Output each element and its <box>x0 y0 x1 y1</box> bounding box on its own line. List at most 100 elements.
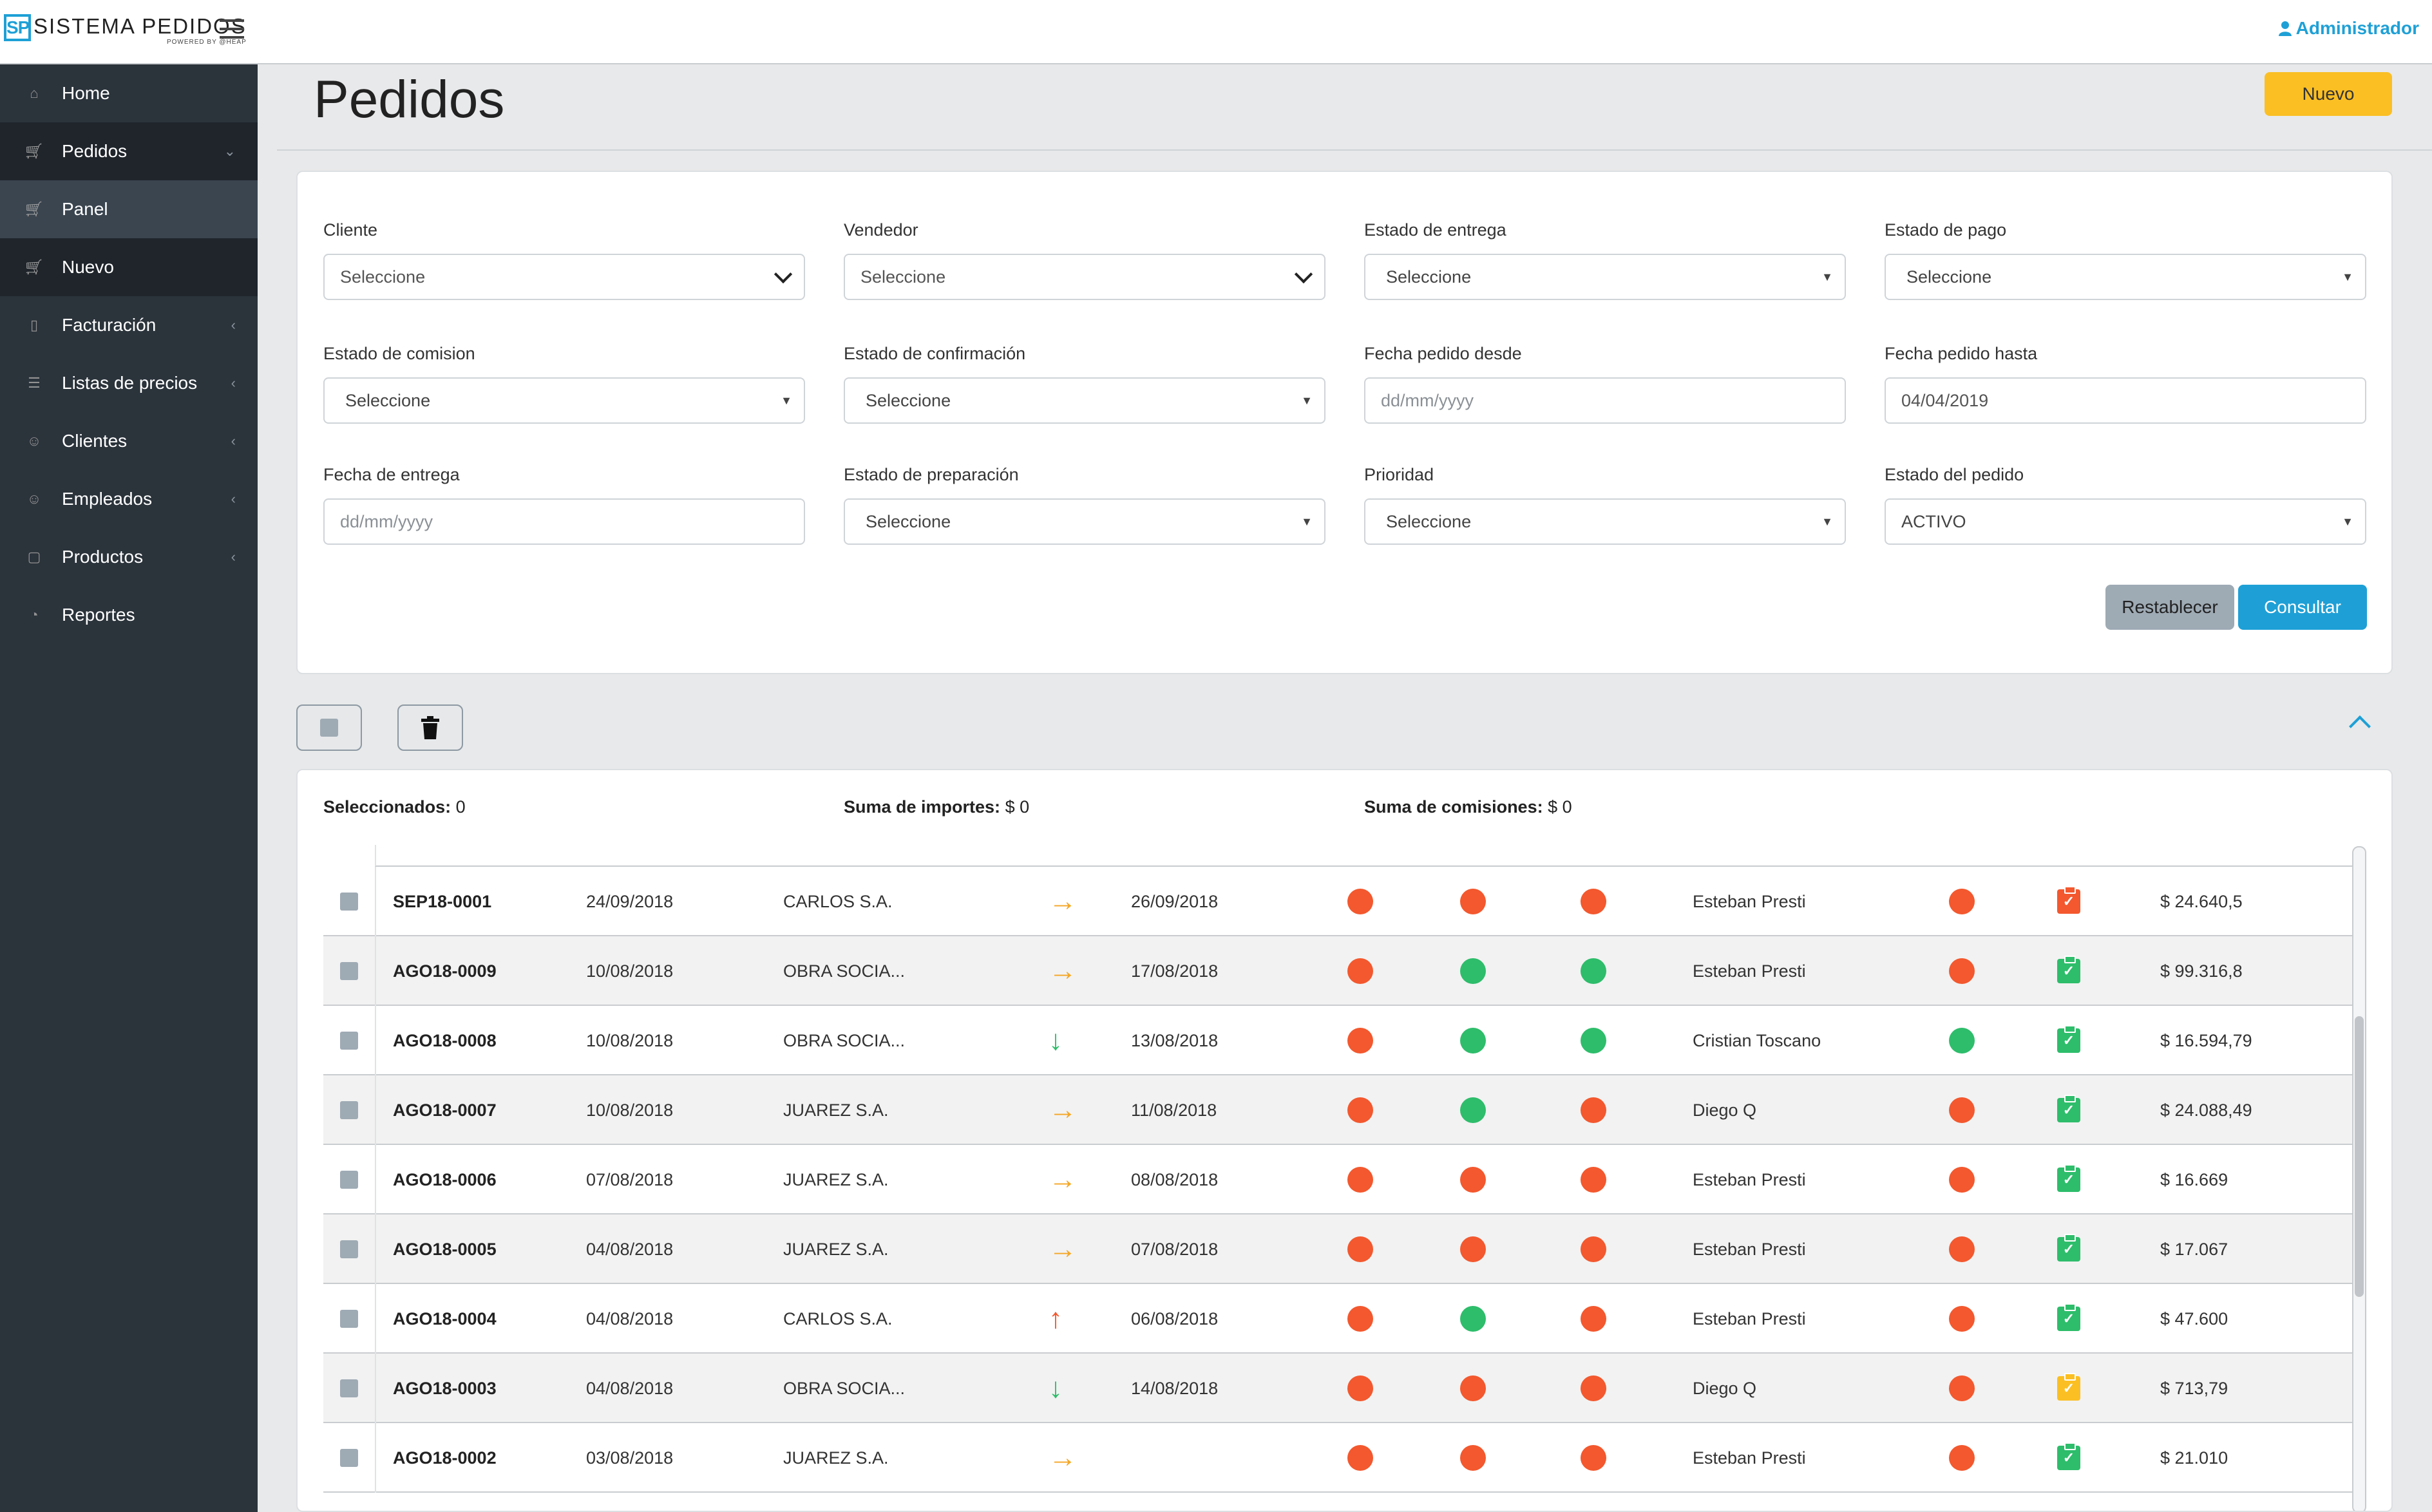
fecha-hasta-input[interactable]: 04/04/2019 <box>1885 377 2366 424</box>
sidebar-item-pedidos[interactable]: 🛒 Pedidos ⌄ <box>0 122 258 180</box>
row-checkbox[interactable] <box>340 1379 358 1397</box>
box-icon: ▢ <box>27 549 41 565</box>
order-client: CARLOS S.A. <box>783 1309 893 1328</box>
cliente-value: Seleccione <box>340 267 426 287</box>
sidebar-item-clientes[interactable]: ☺ Clientes ‹ <box>0 412 258 470</box>
order-id[interactable]: AGO18-0002 <box>393 1423 497 1493</box>
order-id[interactable]: AGO18-0005 <box>393 1214 497 1284</box>
sidebar-item-label: Productos <box>62 547 144 567</box>
clipboard-check-icon[interactable]: ✓ <box>2057 1164 2080 1192</box>
row-checkbox[interactable] <box>340 1032 358 1050</box>
sidebar-item-productos[interactable]: ▢ Productos ‹ <box>0 528 258 586</box>
table-row[interactable]: AGO18-0006 07/08/2018 JUAREZ S.A. → 08/0… <box>323 1145 2352 1214</box>
delivery-date: 17/08/2018 <box>1131 961 1219 981</box>
order-id[interactable]: AGO18-0003 <box>393 1354 497 1423</box>
fecha-hasta-label: Fecha pedido hasta <box>1885 344 2038 363</box>
status-dot <box>1460 889 1486 914</box>
users-icon: ☺ <box>26 491 42 507</box>
sidebar-item-label: Empleados <box>62 489 153 509</box>
clipboard-check-icon[interactable]: ✓ <box>2057 1442 2080 1470</box>
row-checkbox[interactable] <box>340 893 358 911</box>
table-row[interactable]: AGO18-0003 04/08/2018 OBRA SOCIA... ↓ 14… <box>323 1354 2352 1423</box>
clipboard-check-icon[interactable]: ✓ <box>2057 1234 2080 1262</box>
vendedor-select[interactable]: Seleccione <box>844 254 1325 300</box>
app-logo[interactable]: SP SISTEMA PEDIDOS POWERED BY @HEAP <box>4 14 247 50</box>
new-order-button[interactable]: Nuevo <box>2265 72 2392 116</box>
sidebar-item-facturaci-n[interactable]: ▯ Facturación ‹ <box>0 296 258 354</box>
order-id[interactable]: AGO18-0008 <box>393 1006 497 1075</box>
sidebar-item-home[interactable]: ⌂ Home <box>0 64 258 122</box>
row-checkbox[interactable] <box>340 962 358 980</box>
importes-value: $ 0 <box>1005 797 1030 817</box>
status-dot <box>1460 1306 1486 1332</box>
sidebar-item-label: Nuevo <box>62 257 114 277</box>
delivery-date: 13/08/2018 <box>1131 1030 1219 1050</box>
sidebar-item-empleados[interactable]: ☺ Empleados ‹ <box>0 470 258 528</box>
table-row[interactable]: SEP18-0001 24/09/2018 CARLOS S.A. → 26/0… <box>323 867 2352 936</box>
estado-entrega-label: Estado de entrega <box>1364 220 1506 240</box>
estado-preparacion-select[interactable]: Seleccione ▼ <box>844 498 1325 545</box>
clipboard-check-icon[interactable]: ✓ <box>2057 1303 2080 1331</box>
order-amount: $ 24.640,5 <box>2160 891 2243 911</box>
order-id[interactable]: SEP18-0001 <box>393 867 491 936</box>
clipboard-check-icon[interactable]: ✓ <box>2057 886 2080 914</box>
row-checkbox[interactable] <box>340 1310 358 1328</box>
cliente-select[interactable]: Seleccione <box>323 254 805 300</box>
table-row[interactable]: AGO18-0002 03/08/2018 JUAREZ S.A. → Este… <box>323 1423 2352 1493</box>
status-dot <box>1581 1097 1606 1123</box>
fecha-entrega-label: Fecha de entrega <box>323 465 460 484</box>
clipboard-check-icon[interactable]: ✓ <box>2057 1025 2080 1053</box>
clipboard-check-icon[interactable]: ✓ <box>2057 1095 2080 1122</box>
query-button[interactable]: Consultar <box>2238 585 2367 630</box>
logo-title: SISTEMA PEDIDOS <box>33 14 247 38</box>
orders-card: Seleccionados: 0 Suma de importes: $ 0 S… <box>296 769 2393 1512</box>
page-title: Pedidos <box>314 70 505 129</box>
list-icon: ☰ <box>28 375 41 391</box>
sidebar-item-reportes[interactable]: ◔ Reportes <box>0 586 258 644</box>
sidebar-item-nuevo[interactable]: 🛒 Nuevo <box>0 238 258 296</box>
vendedor-value: Seleccione <box>860 267 946 287</box>
delete-button[interactable] <box>397 704 463 751</box>
table-row[interactable]: AGO18-0004 04/08/2018 CARLOS S.A. ↑ 06/0… <box>323 1284 2352 1354</box>
table-row[interactable]: AGO18-0007 10/08/2018 JUAREZ S.A. → 11/0… <box>323 1075 2352 1145</box>
seller-name: Diego Q <box>1693 1100 1757 1120</box>
seller-name: Esteban Presti <box>1693 1239 1806 1259</box>
estado-entrega-select[interactable]: Seleccione ▼ <box>1364 254 1846 300</box>
reset-button[interactable]: Restablecer <box>2105 585 2234 630</box>
order-id[interactable]: AGO18-0009 <box>393 936 497 1006</box>
select-all-button[interactable] <box>296 704 362 751</box>
clipboard-check-icon[interactable]: ✓ <box>2057 956 2080 983</box>
row-checkbox[interactable] <box>340 1449 358 1467</box>
estado-confirmacion-value: Seleccione <box>866 390 951 410</box>
clipboard-check-icon[interactable]: ✓ <box>2057 1373 2080 1401</box>
row-checkbox[interactable] <box>340 1101 358 1119</box>
fecha-hasta-value: 04/04/2019 <box>1901 390 1989 410</box>
estado-comision-select[interactable]: Seleccione ▼ <box>323 377 805 424</box>
order-id[interactable]: AGO18-0006 <box>393 1145 497 1214</box>
scrollbar-thumb[interactable] <box>2355 1016 2364 1297</box>
order-amount: $ 713,79 <box>2160 1378 2228 1398</box>
prioridad-select[interactable]: Seleccione ▼ <box>1364 498 1846 545</box>
table-row[interactable]: AGO18-0009 10/08/2018 OBRA SOCIA... → 17… <box>323 936 2352 1006</box>
chevron-left-icon: ‹ <box>231 549 236 565</box>
order-id[interactable]: AGO18-0007 <box>393 1075 497 1145</box>
row-checkbox[interactable] <box>340 1240 358 1258</box>
sidebar-item-panel[interactable]: 🛒 Panel <box>0 180 258 238</box>
chevron-up-icon[interactable] <box>2349 715 2371 737</box>
fecha-desde-input[interactable]: dd/mm/yyyy <box>1364 377 1846 424</box>
menu-toggle-icon[interactable] <box>220 19 244 40</box>
status-dot <box>1581 1375 1606 1401</box>
table-row[interactable]: AGO18-0008 10/08/2018 OBRA SOCIA... ↓ 13… <box>323 1006 2352 1075</box>
fecha-entrega-placeholder: dd/mm/yyyy <box>340 511 433 531</box>
table-row[interactable]: AGO18-0005 04/08/2018 JUAREZ S.A. → 07/0… <box>323 1214 2352 1284</box>
order-id[interactable]: AGO18-0004 <box>393 1284 497 1354</box>
estado-confirmacion-select[interactable]: Seleccione ▼ <box>844 377 1325 424</box>
row-checkbox[interactable] <box>340 1171 358 1189</box>
user-menu[interactable]: Administrador <box>2278 18 2419 39</box>
estado-pago-select[interactable]: Seleccione ▼ <box>1885 254 2366 300</box>
estado-pedido-select[interactable]: ACTIVO ▼ <box>1885 498 2366 545</box>
sidebar-item-listas-de-precios[interactable]: ☰ Listas de precios ‹ <box>0 354 258 412</box>
table-scrollbar[interactable] <box>2352 846 2366 1511</box>
fecha-entrega-input[interactable]: dd/mm/yyyy <box>323 498 805 545</box>
sidebar-item-label: Listas de precios <box>62 373 198 393</box>
